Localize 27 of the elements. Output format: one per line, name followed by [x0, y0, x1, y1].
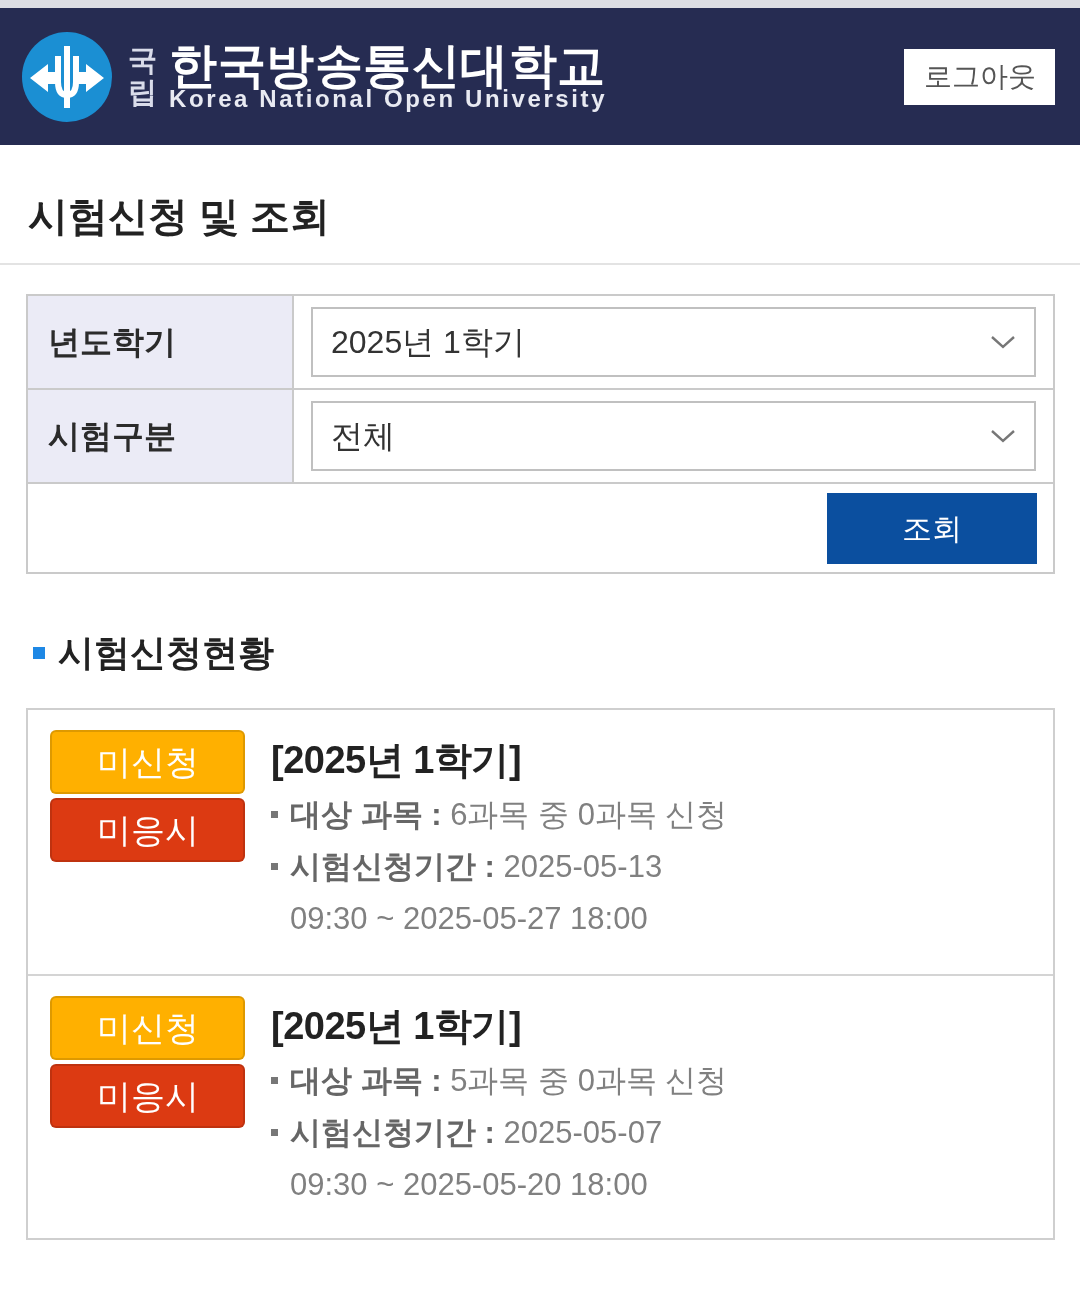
detail-text: 시험신청기간 : 2025-05-13 09:30 ~ 2025-05-27 18:00	[290, 848, 664, 939]
logout-button[interactable]: 로그아웃	[904, 48, 1055, 105]
search-button[interactable]: 조회	[827, 492, 1037, 564]
page-title: 시험신청 및 조회	[28, 193, 331, 240]
form-label-cell: 년도학기	[27, 295, 293, 389]
exam-title: [2025년 1학기]	[271, 1004, 523, 1049]
status-label: 미응시	[50, 1064, 245, 1128]
detail-text: 시험신청기간 : 2025-05-07 09:30 ~ 2025-05-20 18:00	[290, 1114, 664, 1205]
detail-text: 대상 과목 : 6과목 중 0과목 신청	[290, 796, 729, 835]
square-bullet-icon	[271, 1077, 278, 1085]
select-field[interactable]: 2025년 1학기	[311, 307, 1036, 377]
chevron-down-icon	[990, 429, 1016, 443]
square-bullet-icon	[271, 1129, 278, 1137]
form-label-cell: 시험구분	[27, 389, 293, 483]
exam-title: [2025년 1학기]	[271, 738, 523, 783]
chevron-down-icon	[990, 335, 1016, 349]
square-bullet-icon	[271, 863, 278, 871]
status-label: 미신청	[50, 996, 245, 1060]
logo-prefix-text: 국립	[128, 44, 157, 109]
square-bullet-icon	[33, 647, 45, 659]
status-label: 미응시	[50, 798, 245, 862]
logo-icon	[22, 31, 112, 122]
status-label: 미신청	[50, 730, 245, 794]
detail-text: 대상 과목 : 5과목 중 0과목 신청	[290, 1062, 729, 1101]
square-bullet-icon	[271, 811, 278, 819]
section-title: 시험신청현황	[58, 631, 274, 675]
select-field[interactable]: 전체	[311, 401, 1036, 471]
